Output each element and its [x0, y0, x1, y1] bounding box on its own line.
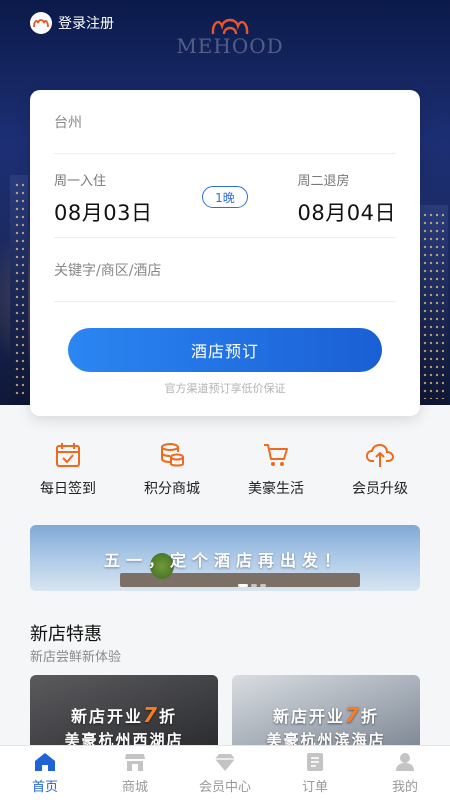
tab-label: 商城	[121, 780, 148, 795]
calendar-check-icon	[56, 443, 80, 467]
bottom-tab-bar: 首页 商城 会员中心 订单 我的	[0, 745, 450, 800]
pagination-dot	[238, 584, 248, 587]
new-store-card[interactable]: 新店开业7折 美豪杭州西湖店	[30, 675, 218, 750]
checkout-date[interactable]: 周二退房 08月04日	[298, 170, 396, 227]
home-icon	[35, 753, 55, 771]
tab-label: 首页	[31, 780, 58, 795]
shortcut-label: 积分商城	[144, 481, 200, 497]
city-value: 台州	[54, 114, 82, 131]
booking-card: 台州 周一入住 08月03日 1晚 周二退房 08月04日 关键字/商区/酒店 …	[30, 90, 420, 416]
brand-logo: MEHOOD	[170, 14, 290, 58]
booking-guarantee-note: 官方渠道预订享低价保证	[164, 382, 286, 395]
tab-store[interactable]: 商城	[90, 746, 180, 800]
shortcut-member-upgrade[interactable]: 会员升级	[328, 440, 432, 510]
shortcut-daily-checkin[interactable]: 每日签到	[16, 440, 120, 510]
section-subtitle: 新店尝鲜新体验	[30, 650, 122, 665]
brand-logo-icon	[30, 12, 52, 34]
section-title: 新店特惠	[30, 624, 102, 645]
login-register-label: 登录注册	[58, 16, 114, 32]
pagination-dot	[260, 584, 266, 587]
shortcut-label: 每日签到	[40, 481, 96, 497]
new-store-card[interactable]: 新店开业7折 美豪杭州滨海店	[232, 675, 420, 750]
order-list-icon	[307, 753, 323, 771]
promo-headline: 新店开业7折	[71, 703, 177, 727]
shortcut-grid: 每日签到 积分商城 美豪生活 会员升级	[0, 440, 450, 510]
nights-badge: 1晚	[202, 186, 248, 208]
promo-banner[interactable]: 五一，定个酒店再出发！	[30, 525, 420, 591]
tab-label: 会员中心	[198, 780, 251, 795]
shortcut-label: 会员升级	[352, 481, 408, 497]
tab-member-center[interactable]: 会员中心	[180, 746, 270, 800]
person-icon	[396, 753, 414, 771]
shortcut-points-mall[interactable]: 积分商城	[120, 440, 224, 510]
coins-icon	[161, 443, 184, 467]
login-register-link[interactable]: 登录注册	[30, 12, 114, 34]
checkin-value: 08月03日	[54, 201, 153, 225]
tab-label: 订单	[301, 780, 328, 795]
building-silhouette	[10, 175, 28, 405]
cloud-upload-icon	[366, 443, 394, 467]
checkout-label: 周二退房	[297, 174, 350, 189]
cart-icon	[264, 444, 288, 466]
diamond-icon	[215, 754, 235, 771]
banner-pagination	[238, 584, 266, 587]
checkout-value: 08月04日	[297, 201, 396, 225]
city-selector[interactable]: 台州	[54, 90, 396, 154]
banner-text: 五一，定个酒店再出发！	[103, 551, 346, 570]
checkin-date[interactable]: 周一入住 08月03日	[54, 170, 152, 227]
tab-orders[interactable]: 订单	[270, 746, 360, 800]
promo-headline: 新店开业7折	[273, 703, 379, 727]
tab-mine[interactable]: 我的	[360, 746, 450, 800]
tab-home[interactable]: 首页	[0, 746, 90, 800]
shortcut-mehood-life[interactable]: 美豪生活	[224, 440, 328, 510]
brand-name: MEHOOD	[176, 34, 284, 58]
pagination-dot	[251, 584, 257, 587]
keyword-placeholder: 关键字/商区/酒店	[54, 262, 162, 279]
shortcut-label: 美豪生活	[248, 481, 304, 497]
keyword-search-input[interactable]: 关键字/商区/酒店	[54, 238, 396, 302]
date-selector[interactable]: 周一入住 08月03日 1晚 周二退房 08月04日	[54, 154, 396, 238]
store-icon	[125, 754, 145, 771]
checkin-label: 周一入住	[54, 174, 107, 189]
building-silhouette	[418, 205, 448, 405]
hotel-booking-button[interactable]: 酒店预订	[68, 328, 382, 372]
tab-label: 我的	[391, 780, 418, 795]
lotus-logo-icon	[211, 18, 249, 35]
